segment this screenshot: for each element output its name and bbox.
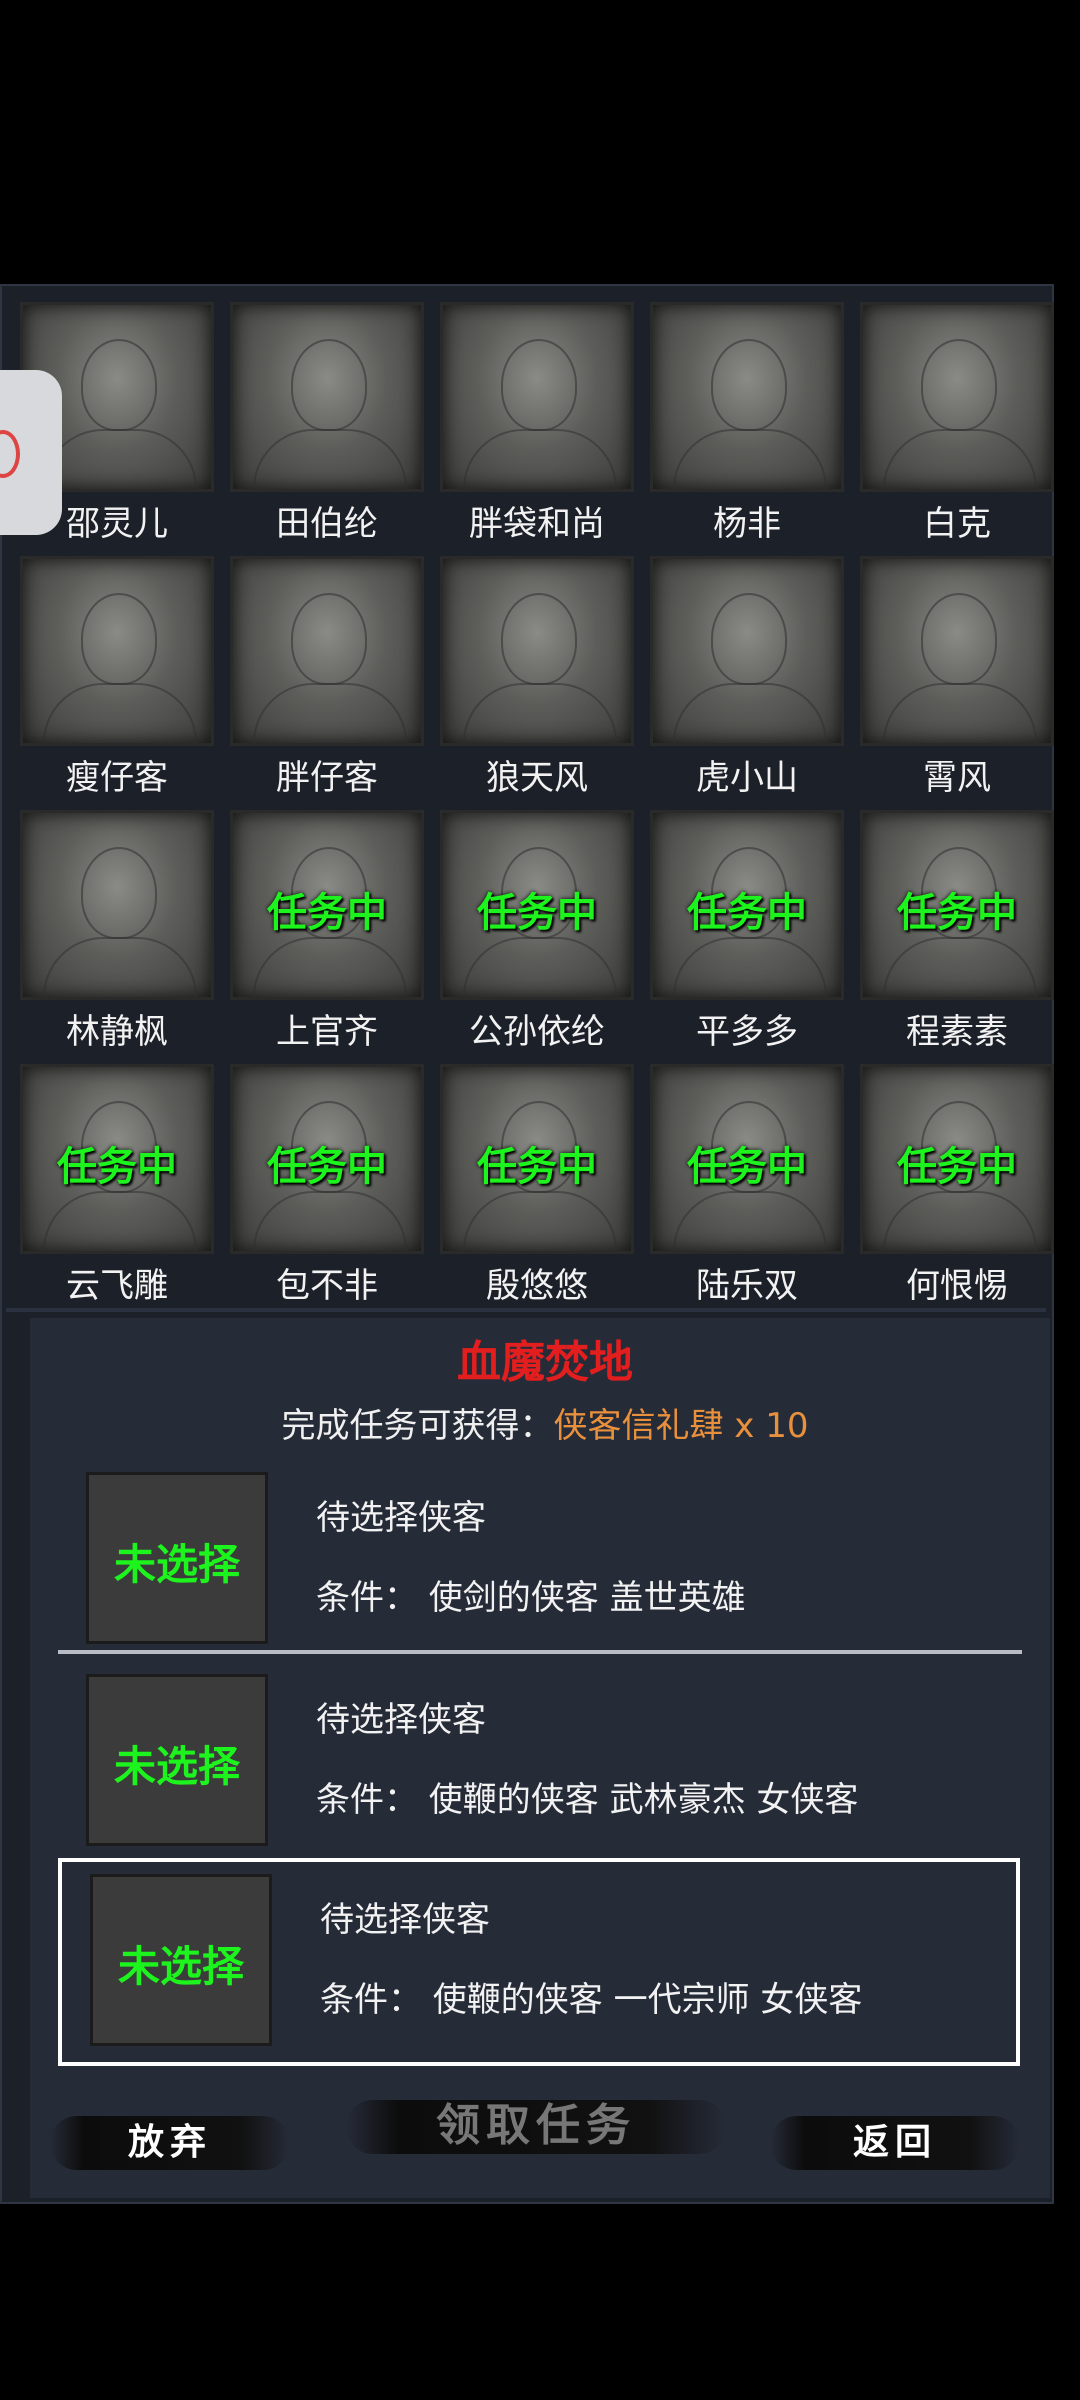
hero-card[interactable]: 杨非 [648,300,846,550]
reward-value: 侠客信礼肆 x 10 [553,1406,809,1446]
slot-portrait[interactable]: 未选择 [90,1874,272,2046]
hero-name: 杨非 [713,504,781,544]
hero-name: 殷悠悠 [486,1266,588,1306]
hero-card[interactable]: 任务中 云飞雕 [18,1062,216,1312]
hero-name: 林静枫 [66,1012,168,1052]
hero-portrait [860,556,1054,746]
hero-name: 瘦仔客 [66,758,168,798]
hero-card[interactable]: 虎小山 [648,554,846,804]
hero-name: 胖袋和尚 [469,504,605,544]
hero-slot-selected[interactable]: 未选择 待选择侠客 条件： 使鞭的侠客 一代宗师 女侠客 [58,1858,1020,2066]
slot-status: 未选择 [113,1742,240,1791]
slot-title: 待选择侠客 [316,1700,486,1740]
hero-card[interactable]: 狼天风 [438,554,636,804]
hero-card[interactable]: 霄风 [858,554,1056,804]
slot-portrait[interactable]: 未选择 [86,1674,268,1846]
reward-label: 完成任务可获得： [281,1406,554,1446]
hero-card[interactable]: 胖仔客 [228,554,426,804]
hero-card[interactable]: 白克 [858,300,1056,550]
mission-title: 血魔焚地 [457,1337,633,1388]
hero-portrait [440,302,634,492]
hero-status: 任务中 [57,1144,177,1190]
hero-name: 田伯纶 [276,504,378,544]
hero-name: 虎小山 [696,758,798,798]
hero-portrait [230,556,424,746]
slot-title: 待选择侠客 [320,1900,490,1940]
hero-card[interactable]: 任务中 平多多 [648,808,846,1058]
hero-portrait [20,556,214,746]
hero-name: 白克 [923,504,991,544]
hero-card[interactable]: 任务中 包不非 [228,1062,426,1312]
side-tab[interactable] [0,370,62,535]
hero-card[interactable]: 任务中 程素素 [858,808,1056,1058]
hero-portrait [440,556,634,746]
hero-portrait [230,302,424,492]
hero-name: 何恨惕 [906,1266,1008,1306]
accept-label: 领取任务 [436,2100,636,2151]
hero-status: 任务中 [897,1144,1017,1190]
hero-name: 公孙依纶 [469,1012,605,1052]
hero-portrait [860,302,1054,492]
hero-card[interactable]: 瘦仔客 [18,554,216,804]
hero-name: 云飞雕 [66,1266,168,1306]
hero-name: 胖仔客 [276,758,378,798]
hero-card[interactable]: 任务中 陆乐双 [648,1062,846,1312]
slot-condition: 条件： 使鞭的侠客 一代宗师 女侠客 [320,1980,863,2020]
hero-name: 陆乐双 [696,1266,798,1306]
hero-status: 任务中 [897,890,1017,936]
hero-slot[interactable]: 未选择 待选择侠客 条件： 使鞭的侠客 武林豪杰 女侠客 [58,1662,1020,1858]
back-label: 返回 [852,2121,937,2163]
hero-status: 任务中 [687,1144,807,1190]
hero-name: 平多多 [696,1012,798,1052]
back-button[interactable]: 返回 [770,2100,1020,2184]
hero-portrait [20,810,214,1000]
hero-card[interactable]: 任务中 上官齐 [228,808,426,1058]
hero-status: 任务中 [477,1144,597,1190]
reward-line: 完成任务可获得：侠客信礼肆 x 10 [0,1398,1080,1447]
hero-card[interactable]: 胖袋和尚 [438,300,636,550]
bottom-bar [0,2204,1080,2400]
hero-name: 包不非 [276,1266,378,1306]
hero-status: 任务中 [267,1144,387,1190]
hero-status: 任务中 [477,890,597,936]
abandon-label: 放弃 [127,2121,212,2163]
slot-title: 待选择侠客 [316,1498,486,1538]
accept-mission-button[interactable]: 领取任务 [346,2084,726,2168]
hero-portrait [650,302,844,492]
slot-condition: 条件： 使鞭的侠客 武林豪杰 女侠客 [316,1780,859,1820]
hero-portrait [650,556,844,746]
slot-portrait[interactable]: 未选择 [86,1472,268,1644]
slot-separator [58,1650,1022,1654]
hero-slot[interactable]: 未选择 待选择侠客 条件： 使剑的侠客 盖世英雄 [58,1460,1020,1656]
hero-status: 任务中 [687,890,807,936]
slot-status: 未选择 [113,1540,240,1589]
hero-name: 狼天风 [486,758,588,798]
hero-name: 霄风 [923,758,991,798]
hero-card[interactable]: 林静枫 [18,808,216,1058]
hero-card[interactable]: 任务中 公孙依纶 [438,808,636,1058]
divider [6,1308,1046,1312]
tab-icon [0,430,20,478]
hero-card[interactable]: 田伯纶 [228,300,426,550]
hero-card[interactable]: 任务中 殷悠悠 [438,1062,636,1312]
hero-card[interactable]: 任务中 何恨惕 [858,1062,1056,1312]
slot-status: 未选择 [117,1942,244,1991]
hero-status: 任务中 [267,890,387,936]
hero-name: 程素素 [906,1012,1008,1052]
abandon-button[interactable]: 放弃 [50,2100,290,2184]
slot-condition: 条件： 使剑的侠客 盖世英雄 [316,1578,746,1618]
hero-name: 上官齐 [276,1012,378,1052]
